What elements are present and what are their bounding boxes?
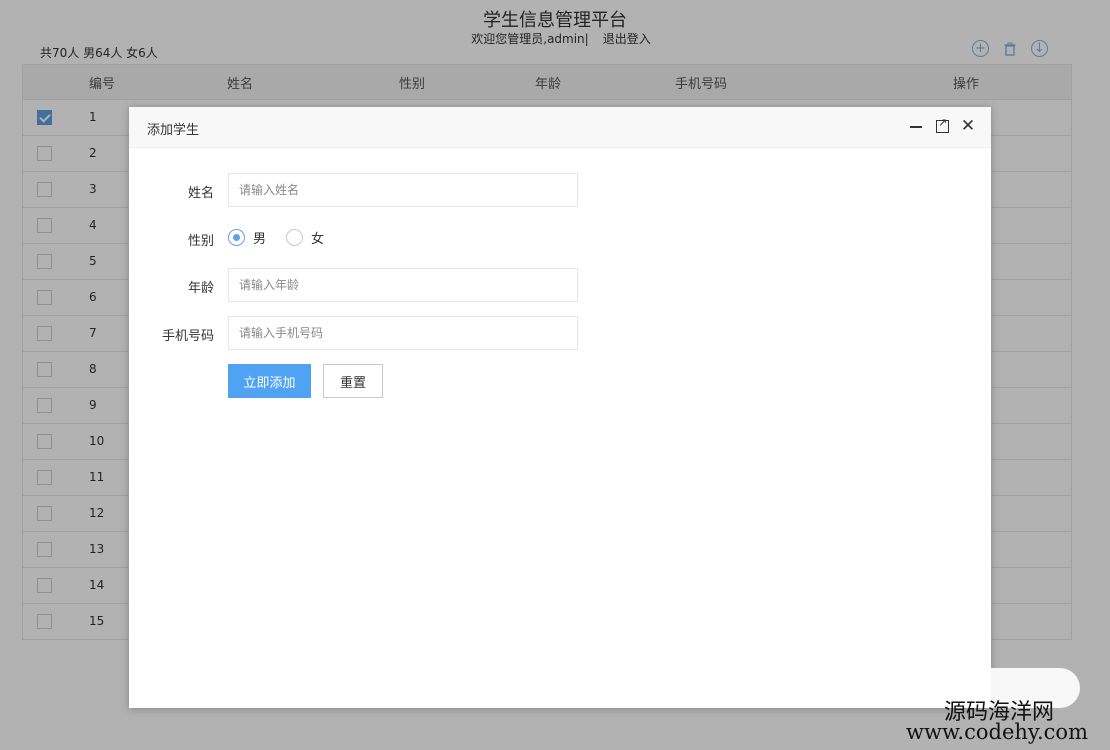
- phone-input[interactable]: [228, 316, 578, 350]
- gender-label: 性别: [187, 234, 214, 249]
- radio-checked-icon: [228, 229, 245, 246]
- gender-female-label: 女: [311, 232, 325, 247]
- submit-button[interactable]: 立即添加: [228, 364, 311, 398]
- gender-female-radio[interactable]: 女: [286, 228, 324, 247]
- phone-label: 手机号码: [161, 329, 214, 344]
- minimize-icon[interactable]: [907, 117, 925, 135]
- gender-male-radio[interactable]: 男: [228, 228, 266, 247]
- gender-male-label: 男: [253, 232, 267, 247]
- gender-row: 性别 男 女: [129, 221, 991, 257]
- dialog-controls: ✕: [907, 116, 977, 135]
- age-label: 年龄: [187, 281, 214, 296]
- phone-row: 手机号码: [129, 316, 991, 352]
- name-row: 姓名: [129, 173, 991, 209]
- name-input[interactable]: [228, 173, 578, 207]
- maximize-icon[interactable]: [933, 116, 951, 135]
- gender-radio-group: 男 女: [228, 228, 324, 247]
- radio-unchecked-icon: [286, 229, 304, 246]
- close-icon[interactable]: ✕: [959, 117, 977, 135]
- age-input[interactable]: [228, 268, 578, 302]
- age-row: 年龄: [129, 268, 991, 304]
- watermark-url: www.codehy.com: [906, 720, 1088, 744]
- reset-button[interactable]: 重置: [323, 364, 383, 398]
- dialog-header[interactable]: 添加学生 ✕: [129, 107, 991, 148]
- name-label: 姓名: [187, 186, 214, 201]
- dialog-title: 添加学生: [147, 123, 200, 138]
- add-student-dialog: 添加学生 ✕ 姓名 性别 男 女 年龄 手机号码 立即添加 重: [129, 107, 991, 708]
